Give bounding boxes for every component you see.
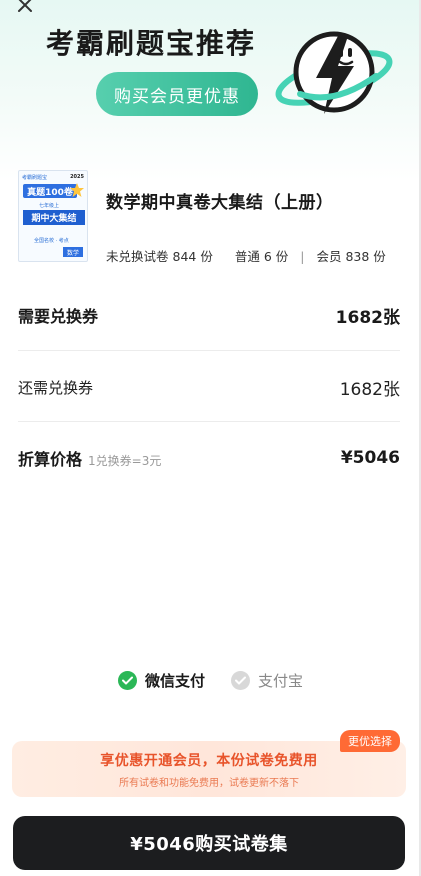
alipay-label: 支付宝: [258, 671, 304, 690]
product-title: 数学期中真卷大集结（上册）: [106, 193, 334, 213]
unredeemed-label: 未兑换试卷: [106, 249, 169, 264]
member-promo-button[interactable]: 购买会员更优惠: [96, 72, 258, 116]
required-vouchers-value: 1682张: [335, 307, 400, 328]
member-count: 838 份: [345, 249, 386, 264]
remaining-vouchers-label: 还需兑换券: [18, 378, 94, 397]
close-icon[interactable]: [17, 0, 33, 13]
product-stats: 未兑换试卷 844 份 普通 6 份 | 会员 838 份: [106, 246, 386, 265]
cover-grade: 七年级上: [39, 203, 60, 209]
product-card: 考霸刷题宝 2025 真题100卷 七年级上 期中大集结 全国名校 · 考点 数…: [18, 170, 402, 264]
cover-brand: 考霸刷题宝: [22, 175, 48, 181]
alipay-option[interactable]: 支付宝: [231, 670, 303, 691]
member-label: 会员: [316, 249, 342, 264]
wechat-pay-label: 微信支付: [144, 671, 205, 690]
star-icon: [70, 183, 84, 197]
wechat-pay-option[interactable]: 微信支付: [117, 670, 205, 691]
check-icon: [235, 676, 246, 684]
remaining-vouchers-row: 还需兑换券 1682张: [18, 372, 400, 402]
stats-separator: |: [300, 249, 305, 264]
member-offer-subtitle: 所有试卷和功能免费用，试卷更新不落下: [119, 777, 299, 789]
normal-label: 普通: [234, 249, 260, 264]
required-vouchers-row: 需要兑换券 1682张: [18, 300, 400, 330]
check-icon: [121, 676, 133, 684]
price-label: 折算价格: [18, 450, 83, 469]
cover-subject: 数学: [63, 247, 83, 257]
unredeemed-count: 844 份: [172, 249, 213, 264]
cover-year: 2025: [70, 174, 84, 180]
remaining-vouchers-value: 1682张: [339, 379, 400, 400]
payment-methods: 微信支付 支付宝: [0, 666, 421, 694]
purchase-sheet: 考霸刷题宝推荐 购买会员更优惠 考霸刷题宝 2025 真题100卷 七年级上 期…: [0, 0, 421, 876]
member-offer-title: 享优惠开通会员，本份试卷免费用: [100, 752, 318, 769]
wechat-radio[interactable]: [117, 670, 137, 690]
lightning-planet-mascot: [275, 31, 393, 114]
exchange-rate-note: 1兑换券=3元: [88, 454, 162, 468]
normal-count: 6 份: [263, 249, 289, 264]
better-choice-badge: 更优选择: [340, 730, 400, 752]
close-button[interactable]: [12, 0, 38, 16]
divider: [18, 421, 400, 422]
hero-title: 考霸刷题宝推荐: [46, 27, 257, 60]
price-value: ¥5046: [340, 448, 400, 468]
product-cover: 考霸刷题宝 2025 真题100卷 七年级上 期中大集结 全国名校 · 考点 数…: [18, 170, 88, 262]
cover-line: 全国名校 · 考点: [34, 238, 69, 244]
cover-name: 期中大集结: [23, 210, 85, 225]
required-vouchers-label: 需要兑换券: [18, 307, 99, 326]
divider: [18, 350, 400, 351]
buy-button[interactable]: ¥5046购买试卷集: [13, 816, 405, 870]
price-label-group: 折算价格 1兑换券=3元: [18, 446, 161, 470]
alipay-radio[interactable]: [231, 670, 250, 690]
price-row: 折算价格 1兑换券=3元 ¥5046: [18, 443, 400, 473]
